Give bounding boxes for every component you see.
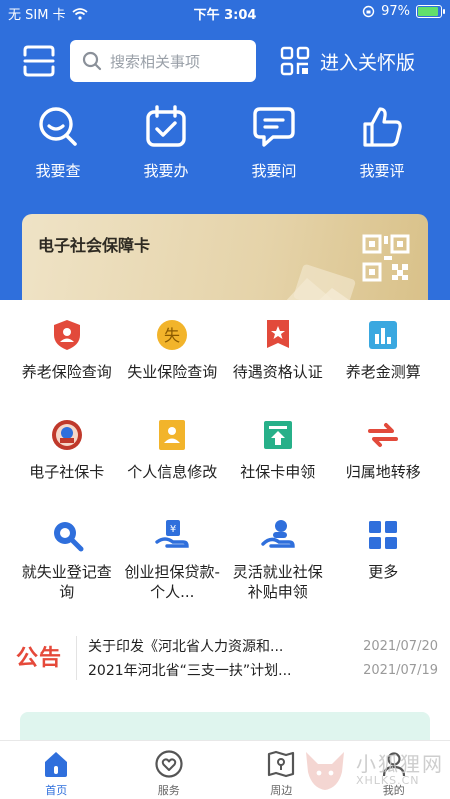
search-input[interactable]: 搜索相关事项	[70, 40, 256, 82]
notice-item-date: 2021/07/19	[363, 662, 438, 678]
scan-icon[interactable]	[22, 44, 56, 78]
tab-home[interactable]: 首页	[0, 741, 113, 799]
service-label: 就失业登记查询	[21, 563, 112, 601]
service-label: 养老保险查询	[21, 363, 112, 381]
service-label: 灵活就业社保补贴申领	[232, 563, 323, 601]
care-mode-icon	[280, 46, 310, 76]
subsidy-hand-icon	[261, 520, 295, 548]
notice-tag: 公告	[16, 646, 63, 671]
service-card-apply[interactable]: 社保卡申领	[225, 418, 331, 518]
svg-text:¥: ¥	[170, 524, 176, 535]
search-placeholder: 搜索相关事项	[110, 52, 201, 71]
emblem-icon	[51, 420, 82, 450]
quick-action-label: 我要办	[143, 162, 189, 180]
header: 无 SIM 卡 下午 3:04 97% 搜索相关事项 进入关怀版 我要查 我要办…	[0, 0, 450, 300]
quick-actions: 我要查 我要办 我要问 我要评	[0, 104, 450, 184]
id-card-icon	[159, 420, 186, 450]
grid-more-icon	[369, 521, 398, 549]
quick-action-handle[interactable]: 我要办	[112, 104, 220, 184]
card-title: 电子社会保障卡	[38, 236, 151, 255]
social-security-card[interactable]: 电子社会保障卡	[22, 214, 428, 300]
quick-action-label: 我要问	[251, 162, 297, 180]
rotation-lock-icon	[362, 5, 375, 18]
card-apply-icon	[263, 421, 292, 449]
notice-divider	[76, 636, 77, 680]
notice-item[interactable]: 关于印发《河北省人力资源和... 2021/07/20	[88, 634, 438, 658]
watermark-text: 小狐狸网	[356, 752, 444, 776]
service-label: 待遇资格认证	[232, 363, 323, 381]
unemployment-badge-icon: 失	[157, 320, 188, 350]
service-eligibility-auth[interactable]: 待遇资格认证	[225, 318, 331, 418]
service-pension-calc[interactable]: 养老金测算	[331, 318, 437, 418]
thumbs-up-icon	[363, 107, 402, 147]
battery-icon	[416, 5, 445, 18]
service-label: 创业担保贷款-个人...	[124, 563, 220, 601]
care-mode-button[interactable]: 进入关怀版	[280, 40, 415, 82]
heart-circle-icon	[155, 750, 183, 778]
service-transfer[interactable]: 归属地转移	[331, 418, 437, 518]
tab-service[interactable]: 服务	[113, 741, 226, 799]
service-label: 社保卡申领	[240, 463, 316, 481]
care-mode-label: 进入关怀版	[320, 51, 416, 74]
service-label: 电子社保卡	[29, 463, 105, 481]
watermark: 小狐狸网 XHLKS.CN	[300, 744, 450, 796]
star-document-icon	[266, 320, 289, 348]
service-flexible-subsidy[interactable]: 灵活就业社保补贴申领	[225, 518, 331, 618]
card-decoration	[286, 264, 356, 300]
service-label: 归属地转移	[345, 463, 421, 481]
tab-label: 周边	[270, 784, 293, 797]
home-icon	[45, 752, 68, 777]
watermark-sub: XHLKS.CN	[356, 774, 420, 787]
quick-action-label: 我要查	[35, 162, 81, 180]
calendar-check-icon	[146, 105, 186, 147]
map-pin-icon	[268, 750, 295, 778]
service-startup-loan[interactable]: ¥ 创业担保贷款-个人...	[120, 518, 226, 618]
notice-item[interactable]: 2021年河北省“三支一扶”计划... 2021/07/19	[88, 658, 438, 682]
battery-percent: 97%	[381, 4, 410, 19]
magnifier-icon	[53, 522, 84, 552]
service-more[interactable]: 更多	[331, 518, 437, 618]
quick-action-query[interactable]: 我要查	[4, 104, 112, 184]
pension-shield-icon	[53, 320, 80, 350]
main-panel: 养老保险查询 失 失业保险查询 待遇资格认证 养老金测算 电子社保卡 个人信息修…	[0, 300, 450, 752]
notice-item-title: 2021年河北省“三支一扶”计划...	[88, 663, 292, 679]
tab-label: 服务	[157, 784, 180, 797]
service-label: 更多	[368, 563, 399, 581]
service-pension-query[interactable]: 养老保险查询	[14, 318, 120, 418]
svg-text:失: 失	[164, 326, 180, 345]
notice-item-date: 2021/07/20	[363, 638, 438, 654]
service-employment-registration[interactable]: 就失业登记查询	[14, 518, 120, 618]
quick-action-label: 我要评	[359, 162, 405, 180]
service-e-card[interactable]: 电子社保卡	[14, 418, 120, 518]
notice-bar: 公告 关于印发《河北省人力资源和... 2021/07/20 2021年河北省“…	[0, 630, 450, 688]
service-unemployment-query[interactable]: 失 失业保险查询	[120, 318, 226, 418]
service-personal-info[interactable]: 个人信息修改	[120, 418, 226, 518]
quick-action-ask[interactable]: 我要问	[220, 104, 328, 184]
loan-hand-icon: ¥	[155, 520, 189, 548]
qr-code-icon[interactable]	[362, 234, 410, 282]
service-grid: 养老保险查询 失 失业保险查询 待遇资格认证 养老金测算 电子社保卡 个人信息修…	[14, 318, 436, 618]
chat-bubble-icon	[253, 107, 295, 147]
service-label: 失业保险查询	[127, 363, 218, 381]
fox-logo-icon	[306, 752, 344, 790]
service-label: 个人信息修改	[127, 463, 218, 481]
search-smile-icon	[39, 107, 77, 146]
search-icon	[82, 51, 102, 71]
notice-item-title: 关于印发《河北省人力资源和...	[88, 639, 284, 655]
transfer-arrows-icon	[368, 423, 399, 447]
service-label: 养老金测算	[345, 363, 421, 381]
bar-chart-icon	[369, 321, 398, 349]
status-bar: 无 SIM 卡 下午 3:04 97%	[0, 0, 450, 26]
quick-action-rate[interactable]: 我要评	[328, 104, 436, 184]
tab-label: 首页	[45, 784, 68, 797]
